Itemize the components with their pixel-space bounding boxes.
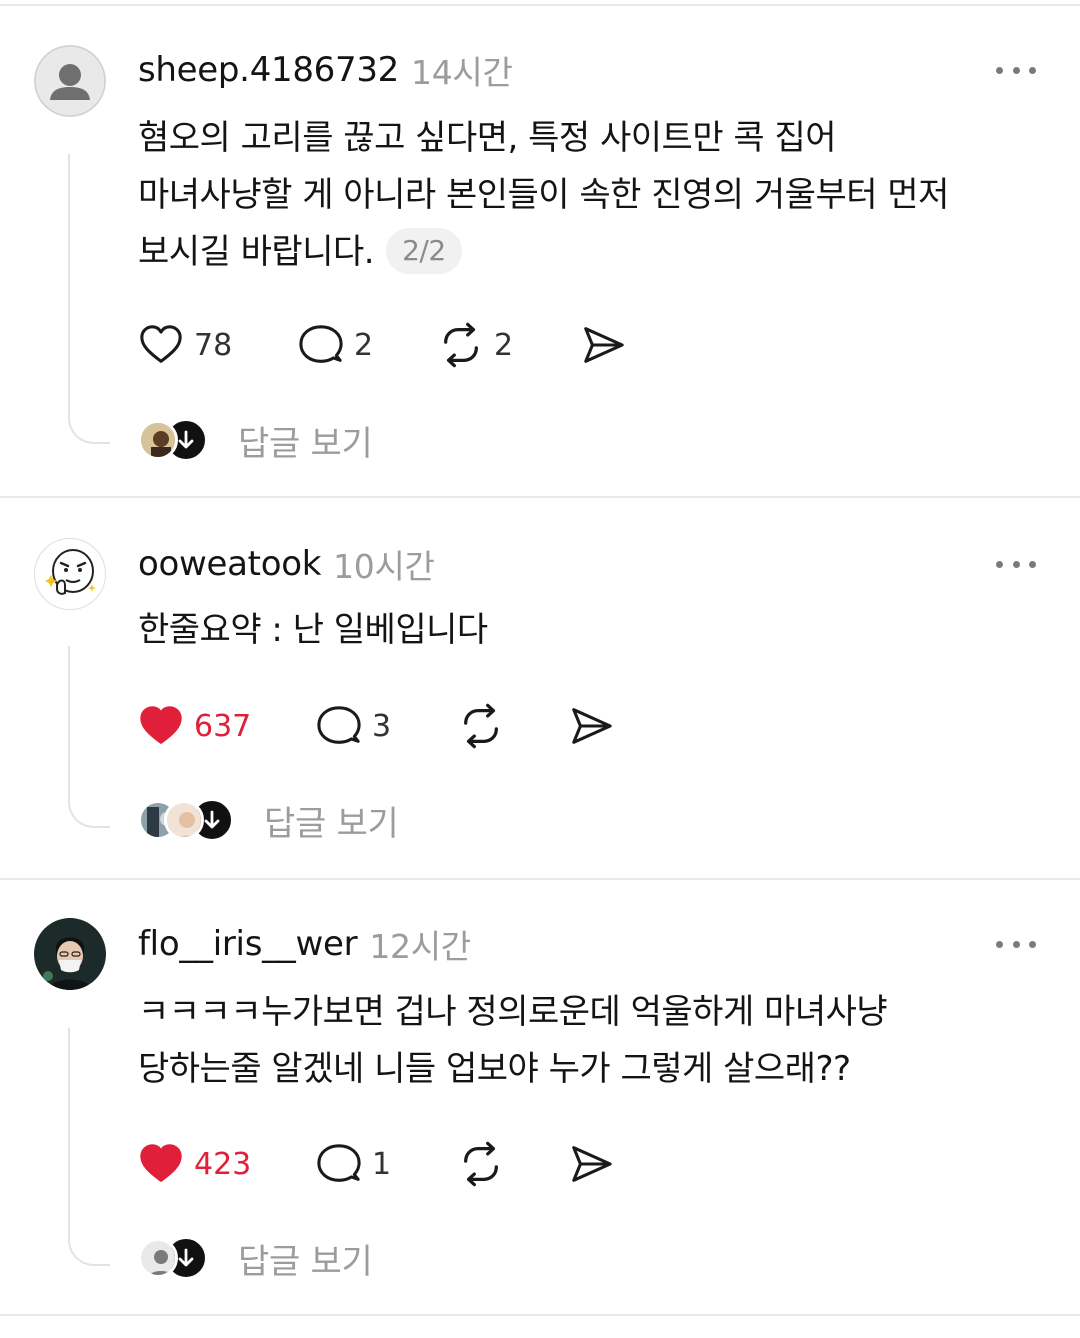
comment-bubble-icon	[316, 1141, 362, 1187]
send-icon	[580, 322, 626, 368]
share-button[interactable]	[568, 702, 614, 750]
repost-icon	[438, 322, 484, 368]
default-avatar-icon[interactable]	[34, 45, 106, 117]
like-count: 78	[194, 327, 233, 363]
text-line: 혐오의 고리를 끊고 싶다면, 특정 사이트만 콕 집어	[138, 118, 837, 158]
view-replies-button[interactable]: 답글 보기	[138, 418, 373, 464]
comment-text: 혐오의 고리를 끊고 싶다면, 특정 사이트만 콕 집어 마녀사냥할 게 아니라…	[138, 110, 1038, 281]
action-bar: 423 1	[138, 1140, 838, 1188]
post-header: sheep.4186732 14시간	[138, 46, 513, 94]
view-replies-label: 답글 보기	[238, 1241, 373, 1282]
heart-icon	[138, 322, 184, 368]
comment-button[interactable]: 3	[316, 702, 391, 750]
username[interactable]: sheep.4186732	[138, 50, 399, 90]
comment-button[interactable]: 2	[298, 321, 373, 369]
like-button[interactable]: 78	[138, 321, 232, 369]
view-replies-button[interactable]: 답글 보기	[138, 1236, 373, 1282]
reply-avatar	[138, 1238, 178, 1278]
timestamp: 12시간	[369, 927, 471, 966]
thread-line	[68, 1028, 110, 1266]
text-line: 한줄요약 : 난 일베입니다	[138, 610, 488, 650]
comment-bubble-icon	[298, 322, 344, 368]
text-line: 당하는줄 알겠네 니들 업보야 누가 그렇게 살으래??	[138, 1049, 851, 1089]
repost-button[interactable]	[458, 1140, 504, 1188]
heart-filled-icon	[138, 1141, 184, 1187]
repost-icon	[458, 703, 504, 749]
post-header: flo__iris__wer 12시간	[138, 920, 471, 968]
repost-count: 2	[494, 327, 514, 363]
more-options-icon[interactable]	[996, 934, 1036, 954]
comment-text: 한줄요약 : 난 일베입니다	[138, 602, 1038, 659]
comment-text: ㅋㅋㅋㅋ누가보면 겁나 정의로운데 억울하게 마녀사냥 당하는줄 알겠네 니들 …	[138, 984, 1038, 1098]
repost-button[interactable]: 2	[438, 321, 513, 369]
view-replies-button[interactable]: 답글 보기	[138, 798, 399, 844]
masked-person-avatar-icon[interactable]	[34, 918, 106, 990]
share-button[interactable]	[568, 1140, 614, 1188]
send-icon	[568, 703, 614, 749]
comment-button[interactable]: 1	[316, 1140, 391, 1188]
reply-avatar	[164, 800, 204, 840]
view-replies-label: 답글 보기	[238, 423, 373, 464]
comment-bubble-icon	[316, 703, 362, 749]
text-line: ㅋㅋㅋㅋ누가보면 겁나 정의로운데 억울하게 마녀사냥	[138, 992, 888, 1032]
cartoon-face-avatar-icon[interactable]	[34, 538, 106, 610]
comment-count: 1	[372, 1146, 392, 1182]
like-count: 423	[194, 1146, 252, 1182]
share-button[interactable]	[580, 321, 626, 369]
timestamp: 14시간	[411, 53, 513, 92]
comment-post: ooweatook 10시간 한줄요약 : 난 일베입니다 637 3 답글 보…	[0, 498, 1080, 878]
username[interactable]: ooweatook	[138, 544, 321, 584]
view-replies-label: 답글 보기	[264, 803, 399, 844]
more-options-icon[interactable]	[996, 60, 1036, 80]
heart-filled-icon	[138, 703, 184, 749]
more-options-icon[interactable]	[996, 554, 1036, 574]
thread-line	[68, 154, 110, 444]
repost-button[interactable]	[458, 702, 504, 750]
comment-post: flo__iris__wer 12시간 ㅋㅋㅋㅋ누가보면 겁나 정의로운데 억울…	[0, 880, 1080, 1314]
comment-count: 2	[354, 327, 374, 363]
action-bar: 637 3	[138, 702, 838, 750]
like-button[interactable]: 423	[138, 1140, 251, 1188]
username[interactable]: flo__iris__wer	[138, 924, 358, 964]
like-button[interactable]: 637	[138, 702, 251, 750]
bottom-divider	[0, 1314, 1080, 1316]
comment-post: sheep.4186732 14시간 혐오의 고리를 끊고 싶다면, 특정 사이…	[0, 0, 1080, 496]
timestamp: 10시간	[333, 547, 435, 586]
repost-icon	[458, 1141, 504, 1187]
text-line: 보시길 바랍니다. 2/2	[138, 224, 1038, 281]
text-line-content: 보시길 바랍니다.	[138, 232, 375, 272]
action-bar: 78 2 2	[138, 321, 838, 369]
comment-count: 3	[372, 708, 392, 744]
thread-line	[68, 646, 110, 828]
post-header: ooweatook 10시간	[138, 540, 435, 588]
send-icon	[568, 1141, 614, 1187]
like-count: 637	[194, 708, 252, 744]
reply-avatar	[138, 420, 178, 460]
text-line: 마녀사냥할 게 아니라 본인들이 속한 진영의 거울부터 먼저	[138, 175, 949, 215]
page-indicator-badge: 2/2	[386, 227, 462, 274]
